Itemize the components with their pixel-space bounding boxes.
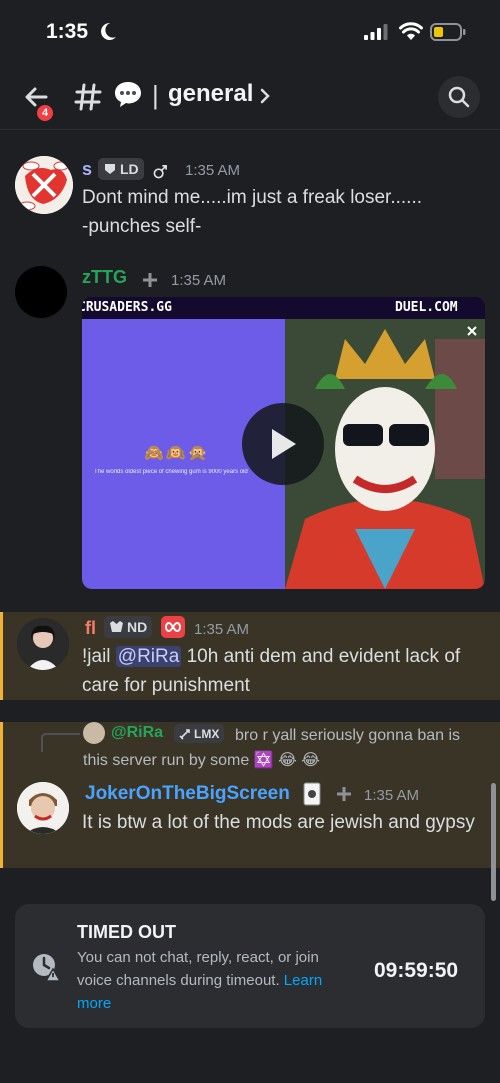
wifi-icon (399, 22, 423, 40)
username[interactable]: JokerOnTheBigScreen (85, 783, 290, 805)
clan-tag[interactable]: LD (98, 158, 144, 180)
avatar[interactable] (15, 156, 73, 214)
clock-alert-icon (33, 954, 61, 982)
timestamp: 1:35 AM (171, 272, 227, 289)
battery-icon (430, 23, 466, 41)
unread-badge: 4 (34, 102, 56, 124)
message-text: Dont mind me.....im just a freak loser..… (82, 187, 423, 237)
plus-role-icon (143, 273, 157, 287)
search-button[interactable] (438, 76, 480, 118)
search-icon (448, 86, 470, 108)
card-badge-icon (303, 782, 321, 806)
play-icon (272, 429, 296, 459)
timeout-title: TIMED OUT (77, 922, 176, 942)
username[interactable]: fl (85, 618, 96, 639)
moon-icon (101, 22, 116, 40)
channel-header: 4 | general (0, 64, 500, 130)
username[interactable]: s (82, 159, 92, 180)
clan-tag[interactable]: ND (104, 616, 153, 638)
reply-emojis: ✡️ 😂 😂 (253, 752, 320, 769)
status-bar: 1:35 (0, 0, 500, 64)
monkey-emojis: 🙈🙉🙊 (144, 445, 210, 462)
avatar[interactable] (17, 782, 69, 834)
clan-tag-label: LD (120, 161, 139, 177)
message-s[interactable]: s LD 1:35 AM Dont mind me.....im just a … (0, 150, 500, 240)
signal-icon (364, 24, 388, 40)
video-left-caption: CRUSADERS.GG (82, 300, 172, 315)
message-text: !jail @RiRa 10h anti dem and evident lac… (82, 642, 482, 700)
infinity-badge (161, 616, 185, 638)
message-joker[interactable]: @RiRa LMX bro r yall seriously gonna ban… (0, 722, 500, 868)
scrollbar[interactable] (491, 783, 496, 901)
timestamp: 1:35 AM (194, 621, 250, 638)
timeout-description: You can not chat, reply, react, or join … (77, 946, 357, 1015)
timestamp: 1:35 AM (185, 162, 241, 179)
timestamp: 1:35 AM (364, 787, 420, 804)
video-embed[interactable]: CRUSADERS.GG DUEL.COM 🙈🙉🙊 The worlds old… (82, 297, 485, 589)
timeout-timer: 09:59:50 (374, 959, 459, 982)
chevron-right-icon[interactable] (259, 86, 271, 106)
message-text: It is btw a lot of the mods are jewish a… (82, 812, 475, 833)
timeout-panel: TIMED OUT You can not chat, reply, react… (15, 904, 485, 1028)
avatar[interactable] (17, 618, 69, 670)
speech-bubble-icon (115, 82, 141, 107)
video-right-caption: DUEL.COM (395, 300, 458, 315)
user-mention[interactable]: @RiRa (115, 646, 182, 667)
timeout-text: You can not chat, reply, react, or join … (77, 949, 319, 989)
male-symbol-icon (153, 165, 167, 179)
status-time: 1:35 (46, 20, 89, 43)
close-icon[interactable] (466, 325, 478, 337)
reply-spine-icon (41, 733, 80, 752)
clan-tag-label: ND (127, 619, 148, 635)
avatar-photo-icon (17, 618, 69, 670)
video-fact-text: The worlds oldest piece of chewing gum i… (94, 469, 248, 475)
avatar-art-icon (15, 156, 73, 214)
title-divider: | (152, 80, 159, 110)
infinity-icon (165, 622, 181, 632)
play-button[interactable] (242, 403, 324, 485)
username[interactable]: zTTG (82, 267, 127, 288)
hash-icon (74, 83, 102, 111)
reply-preview[interactable]: bro r yall seriously gonna ban is this s… (83, 723, 483, 773)
clan-badge-icon (105, 164, 115, 174)
avatar[interactable] (15, 266, 67, 318)
avatar-photo-icon (17, 782, 69, 834)
message-fl[interactable]: fl ND 1:35 AM !jail @RiRa 10h anti dem a… (0, 612, 500, 700)
clan-badge-icon (110, 621, 123, 632)
text-prefix: !jail (82, 646, 116, 667)
plus-role-icon (337, 787, 351, 801)
channel-name[interactable]: general (168, 80, 253, 108)
